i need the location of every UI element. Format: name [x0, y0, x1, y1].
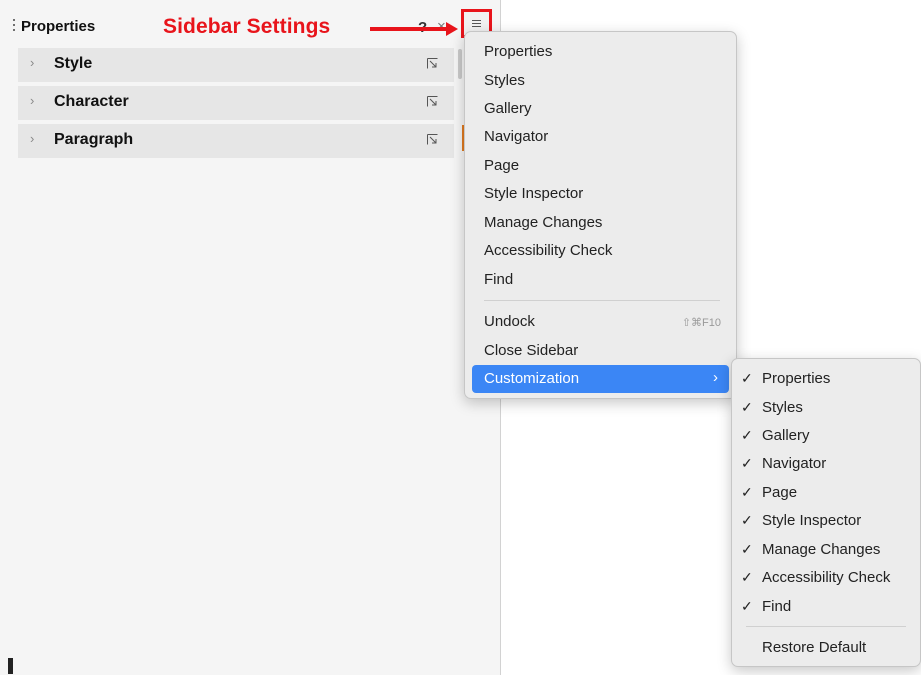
- submenu-item-styles[interactable]: ✓ Styles: [738, 394, 918, 422]
- checkmark-icon: ✓: [741, 512, 753, 528]
- checkmark-icon: ✓: [741, 399, 753, 415]
- menu-item-undock[interactable]: Undock ⇧⌘F10: [472, 308, 729, 336]
- menu-item-label: Navigator: [484, 128, 549, 145]
- menu-item-properties[interactable]: Properties: [472, 38, 729, 66]
- menu-item-navigator[interactable]: Navigator: [472, 123, 729, 151]
- more-options-icon[interactable]: [427, 96, 438, 107]
- shortcut-label: ⇧⌘F10: [681, 317, 721, 329]
- annotation-label: Sidebar Settings: [163, 15, 331, 38]
- submenu-item-label: Manage Changes: [762, 541, 881, 558]
- menu-item-styles[interactable]: Styles: [472, 67, 729, 95]
- submenu-item-label: Restore Default: [762, 639, 867, 656]
- menu-item-label: Manage Changes: [484, 214, 603, 231]
- submenu-item-manage-changes[interactable]: ✓ Manage Changes: [738, 536, 918, 564]
- checkmark-icon: ✓: [741, 484, 753, 500]
- menu-item-label: Style Inspector: [484, 185, 584, 202]
- submenu-item-label: Styles: [762, 399, 803, 416]
- menu-item-page[interactable]: Page: [472, 152, 729, 180]
- submenu-item-page[interactable]: ✓ Page: [738, 479, 918, 507]
- annotation-arrow-head: [446, 22, 458, 36]
- more-options-icon[interactable]: [427, 134, 438, 145]
- panel-label: Paragraph: [54, 131, 134, 148]
- chevron-right-icon: ›: [30, 55, 35, 70]
- chevron-right-icon: ›: [30, 131, 35, 146]
- menu-item-label: Gallery: [484, 100, 532, 117]
- menu-item-manage-changes[interactable]: Manage Changes: [472, 209, 729, 237]
- menu-item-customization[interactable]: Customization ›: [472, 365, 729, 393]
- submenu-item-accessibility-check[interactable]: ✓ Accessibility Check: [738, 564, 918, 592]
- submenu-item-label: Gallery: [762, 427, 810, 444]
- scrollbar[interactable]: [458, 49, 462, 79]
- submenu-item-properties[interactable]: ✓ Properties: [738, 365, 918, 393]
- submenu-item-find[interactable]: ✓ Find: [738, 593, 918, 621]
- checkmark-icon: ✓: [741, 370, 753, 386]
- checkmark-icon: ✓: [741, 569, 753, 585]
- chevron-right-icon: ›: [713, 369, 718, 386]
- submenu-item-label: Navigator: [762, 455, 827, 472]
- customization-submenu: ✓ Properties ✓ Styles ✓ Gallery ✓ Navigator …: [731, 358, 921, 667]
- submenu-item-navigator[interactable]: ✓ Navigator: [738, 450, 918, 478]
- sidebar-title: Properties: [21, 18, 96, 35]
- menu-item-label: Undock: [484, 313, 535, 330]
- chevron-right-icon: ›: [30, 93, 35, 108]
- submenu-item-label: Find: [762, 598, 792, 615]
- drag-handle-icon[interactable]: [13, 19, 16, 36]
- menu-item-label: Page: [484, 157, 520, 174]
- menu-item-label: Customization: [484, 370, 580, 387]
- menu-item-close-sidebar[interactable]: Close Sidebar: [472, 337, 729, 365]
- menu-item-gallery[interactable]: Gallery: [472, 95, 729, 123]
- submenu-item-restore-default[interactable]: Restore Default: [738, 634, 918, 662]
- menu-item-accessibility-check[interactable]: Accessibility Check: [472, 237, 729, 265]
- menu-item-label: Properties: [484, 43, 553, 60]
- panel-style[interactable]: › Style: [18, 48, 454, 82]
- sidebar-panel: Properties ? × › Style › Character › Par…: [0, 0, 501, 675]
- checkmark-icon: ✓: [741, 455, 753, 471]
- panel-label: Character: [54, 93, 129, 110]
- submenu-item-label: Style Inspector: [762, 512, 862, 529]
- sidebar-settings-menu: Properties Styles Gallery Navigator Page…: [464, 31, 737, 399]
- panel-paragraph[interactable]: › Paragraph: [18, 124, 454, 158]
- text-cursor: [8, 658, 13, 674]
- hamburger-icon: [472, 20, 481, 29]
- checkmark-icon: ✓: [741, 427, 753, 443]
- annotation-arrow-line: [370, 27, 446, 31]
- submenu-item-gallery[interactable]: ✓ Gallery: [738, 422, 918, 450]
- submenu-separator: [746, 626, 906, 627]
- submenu-item-style-inspector[interactable]: ✓ Style Inspector: [738, 507, 918, 535]
- submenu-item-label: Accessibility Check: [762, 569, 891, 586]
- menu-item-label: Accessibility Check: [484, 242, 613, 259]
- menu-item-style-inspector[interactable]: Style Inspector: [472, 180, 729, 208]
- submenu-item-label: Properties: [762, 370, 831, 387]
- menu-item-find[interactable]: Find: [472, 266, 729, 294]
- menu-separator: [484, 300, 720, 301]
- submenu-item-label: Page: [762, 484, 798, 501]
- checkmark-icon: ✓: [741, 541, 753, 557]
- panel-character[interactable]: › Character: [18, 86, 454, 120]
- menu-item-label: Find: [484, 271, 514, 288]
- menu-item-label: Close Sidebar: [484, 342, 579, 359]
- checkmark-icon: ✓: [741, 598, 753, 614]
- panel-label: Style: [54, 55, 93, 72]
- menu-item-label: Styles: [484, 72, 525, 89]
- more-options-icon[interactable]: [427, 58, 438, 69]
